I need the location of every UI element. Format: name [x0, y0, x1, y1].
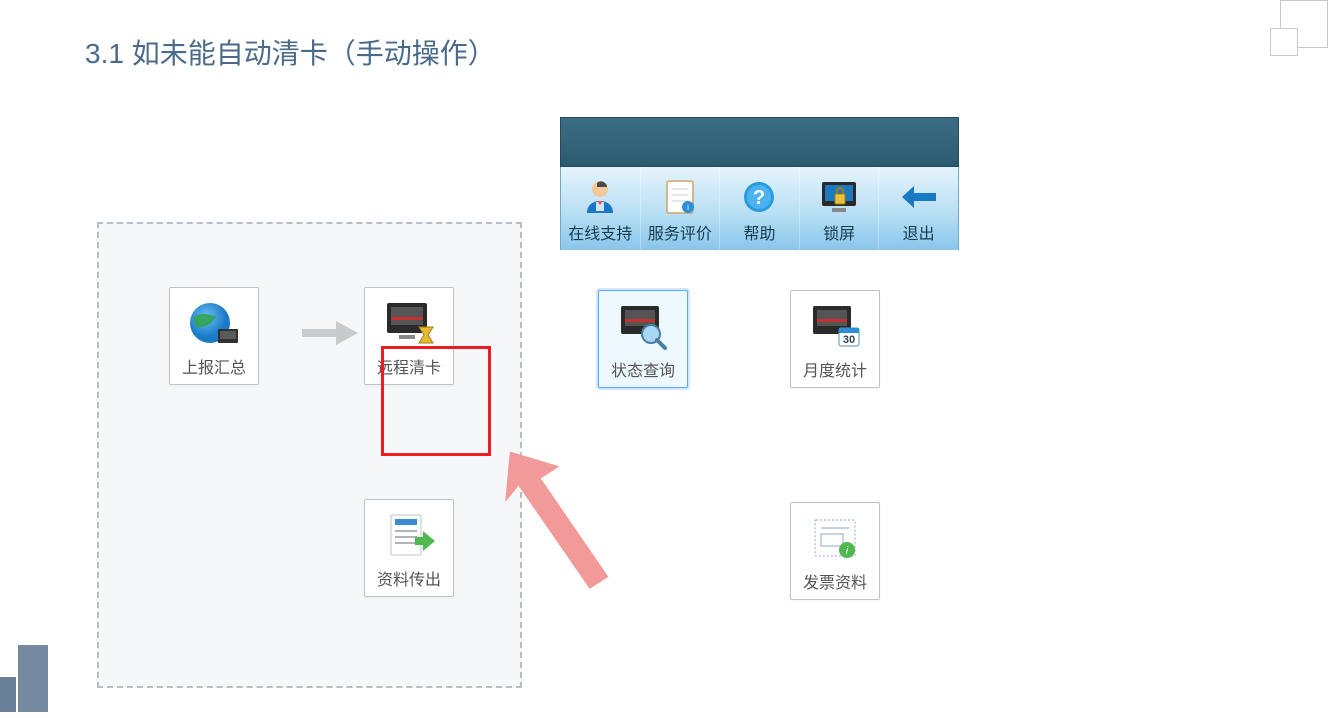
help-label: 帮助	[743, 220, 775, 244]
online-support-label: 在线支持	[568, 220, 632, 244]
monthly-stats-button[interactable]: 30 月度统计	[790, 290, 880, 388]
back-arrow-icon	[900, 177, 938, 217]
svg-text:?: ?	[753, 187, 765, 209]
export-data-button[interactable]: 资料传出	[364, 499, 454, 597]
monitor-calendar-icon: 30	[791, 299, 879, 355]
service-rating-label: 服务评价	[648, 220, 712, 244]
monitor-hourglass-icon	[365, 296, 453, 352]
svg-text:i: i	[687, 203, 689, 212]
document-export-icon	[365, 508, 453, 564]
invoice-info-button[interactable]: i 发票资料	[790, 502, 880, 600]
page-title: 3.1 如未能自动清卡（手动操作）	[85, 32, 496, 72]
status-query-button[interactable]: 状态查询	[598, 290, 688, 388]
exit-label: 退出	[903, 220, 935, 244]
person-icon	[583, 177, 617, 217]
notepad-icon: i	[663, 177, 697, 217]
help-button[interactable]: ? 帮助	[720, 167, 800, 250]
globe-icon	[170, 296, 258, 352]
service-rating-button[interactable]: i 服务评价	[641, 167, 721, 250]
online-support-button[interactable]: 在线支持	[561, 167, 641, 250]
status-query-label: 状态查询	[599, 355, 687, 387]
app-toolbar-window: 在线支持 i 服务评价 ?	[560, 117, 959, 250]
export-data-label: 资料传出	[365, 564, 453, 596]
arrow-right-icon	[302, 319, 358, 347]
lock-button[interactable]: 锁屏	[800, 167, 880, 250]
help-icon: ?	[742, 177, 776, 217]
main-toolbar: 在线支持 i 服务评价 ?	[560, 167, 959, 250]
exit-button[interactable]: 退出	[879, 167, 958, 250]
monthly-stats-label: 月度统计	[791, 355, 879, 387]
pointer-arrow-icon	[479, 432, 615, 604]
lock-screen-icon	[820, 177, 858, 217]
report-summary-label: 上报汇总	[170, 352, 258, 384]
svg-text:30: 30	[843, 334, 855, 346]
title-bar	[560, 117, 959, 167]
invoice-icon: i	[791, 511, 879, 567]
monitor-search-icon	[599, 299, 687, 355]
highlight-box	[381, 346, 491, 456]
invoice-info-label: 发票资料	[791, 567, 879, 599]
lock-label: 锁屏	[823, 220, 855, 244]
report-summary-button[interactable]: 上报汇总	[169, 287, 259, 385]
